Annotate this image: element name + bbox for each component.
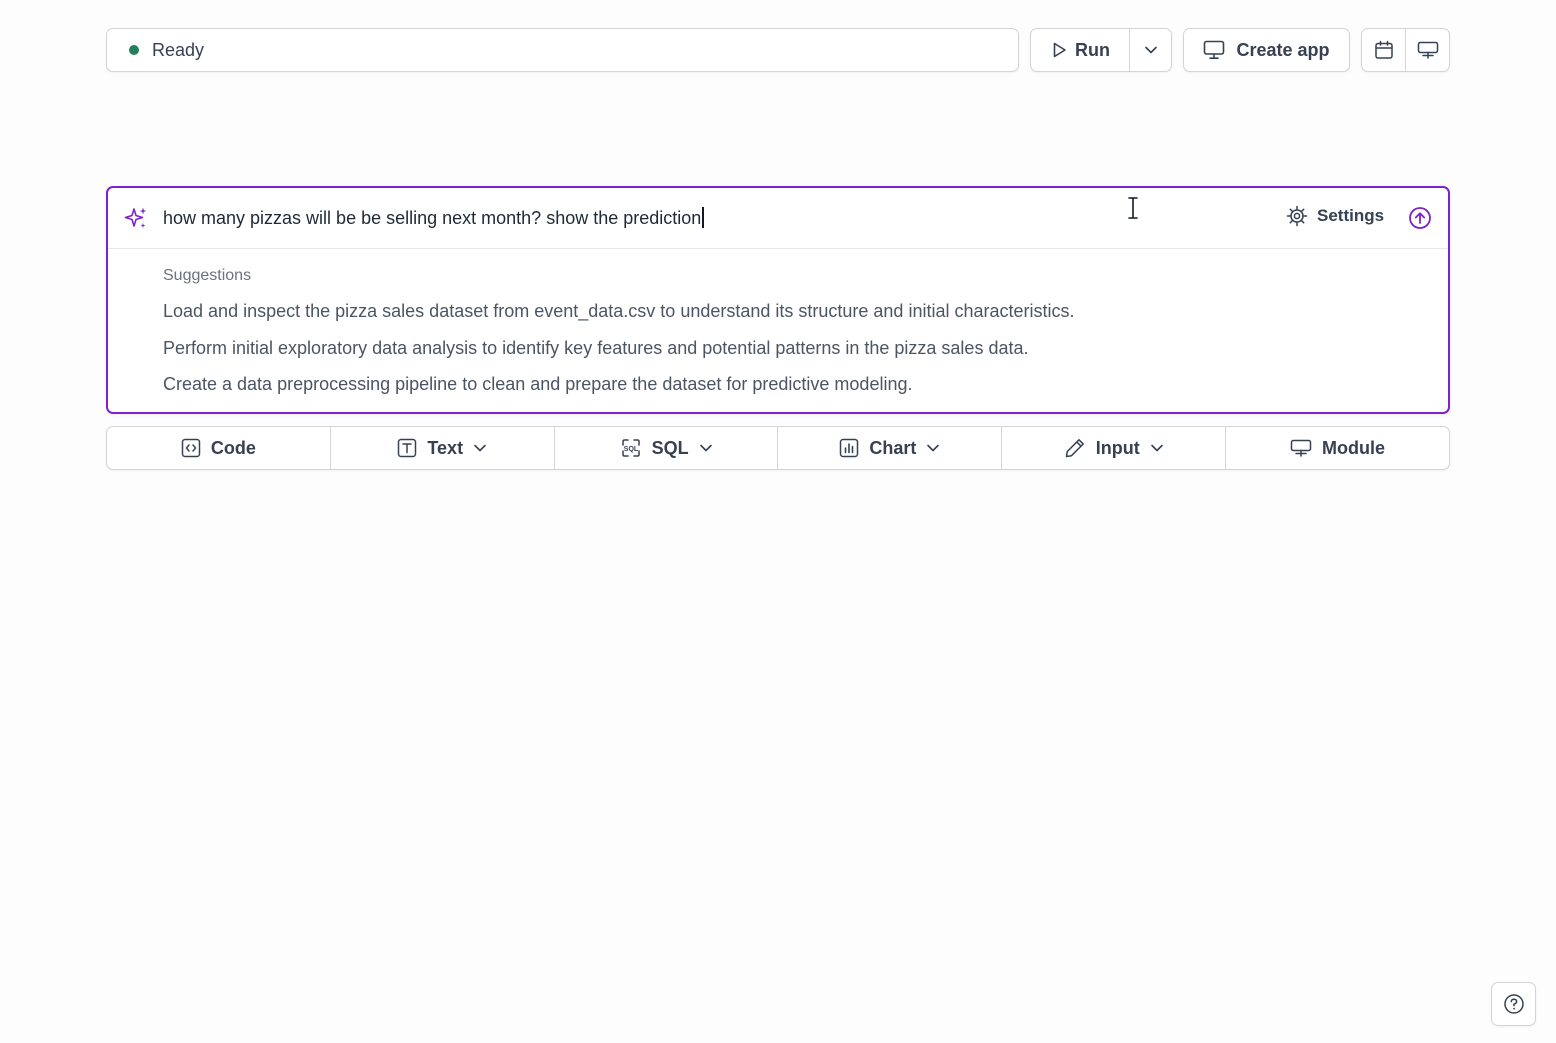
arrow-up-circle-icon [1408, 206, 1432, 230]
chevron-down-icon [1150, 441, 1164, 455]
add-module-cell-button[interactable]: Module [1225, 427, 1449, 469]
gear-icon [1286, 205, 1308, 227]
run-button-group: Run [1030, 28, 1172, 72]
add-text-cell-button[interactable]: Text [329, 427, 554, 469]
sql-label: SQL [651, 437, 689, 458]
prompt-input-row: how many pizzas will be be selling next … [108, 188, 1448, 249]
help-button[interactable] [1491, 982, 1536, 1026]
add-chart-cell-button[interactable]: Chart [777, 427, 1001, 469]
chevron-down-icon [699, 441, 713, 455]
suggestion-item[interactable]: Create a data preprocessing pipeline to … [163, 374, 912, 395]
input-label: Input [1095, 437, 1140, 458]
run-options-dropdown[interactable] [1130, 29, 1171, 71]
pencil-icon [1064, 437, 1086, 459]
prompt-input[interactable]: how many pizzas will be be selling next … [163, 207, 704, 229]
suggestion-item[interactable]: Perform initial exploratory data analysi… [163, 338, 1028, 359]
schedule-button[interactable] [1362, 29, 1405, 71]
run-button[interactable]: Run [1031, 29, 1130, 71]
play-icon [1050, 41, 1068, 59]
presentation-icon [1290, 438, 1312, 458]
chevron-down-icon [926, 441, 940, 455]
bar-chart-icon [839, 438, 859, 458]
prompt-input-value: how many pizzas will be be selling next … [163, 208, 702, 228]
calendar-icon [1374, 40, 1394, 60]
run-label: Run [1075, 39, 1110, 60]
text-icon [397, 438, 417, 458]
suggestions-heading: Suggestions [163, 267, 252, 284]
create-app-button[interactable]: Create app [1183, 28, 1350, 72]
module-label: Module [1322, 437, 1386, 458]
suggestion-item[interactable]: Load and inspect the pizza sales dataset… [163, 301, 1075, 322]
submit-prompt-button[interactable] [1408, 206, 1432, 230]
chevron-down-icon [1144, 43, 1158, 57]
add-code-cell-button[interactable]: Code [107, 427, 330, 469]
text-caret [702, 207, 704, 228]
create-app-label: Create app [1236, 39, 1330, 60]
presentation-button[interactable] [1405, 29, 1449, 71]
presentation-icon [1417, 40, 1439, 60]
view-options-group [1361, 28, 1450, 72]
code-icon [181, 438, 201, 458]
sparkles-icon [124, 206, 148, 230]
add-cell-toolbar: Code Text SQL SQL Chart Input Module [106, 426, 1450, 470]
mouse-ibeam-cursor [1126, 196, 1140, 220]
settings-label: Settings [1317, 206, 1385, 225]
status-indicator-dot [129, 45, 139, 55]
add-sql-cell-button[interactable]: SQL SQL [553, 427, 778, 469]
code-label: Code [210, 437, 256, 458]
add-input-cell-button[interactable]: Input [1001, 427, 1225, 469]
settings-button[interactable]: Settings [1286, 205, 1384, 227]
kernel-status-bar: Ready [106, 28, 1019, 72]
question-circle-icon [1503, 993, 1525, 1015]
svg-text:SQL: SQL [623, 446, 638, 453]
status-text: Ready [152, 39, 205, 60]
chart-label: Chart [869, 437, 917, 458]
sql-icon: SQL [620, 437, 642, 459]
monitor-icon [1203, 40, 1225, 60]
text-label: Text [427, 437, 464, 458]
ai-prompt-panel: how many pizzas will be be selling next … [106, 186, 1450, 414]
chevron-down-icon [473, 441, 487, 455]
